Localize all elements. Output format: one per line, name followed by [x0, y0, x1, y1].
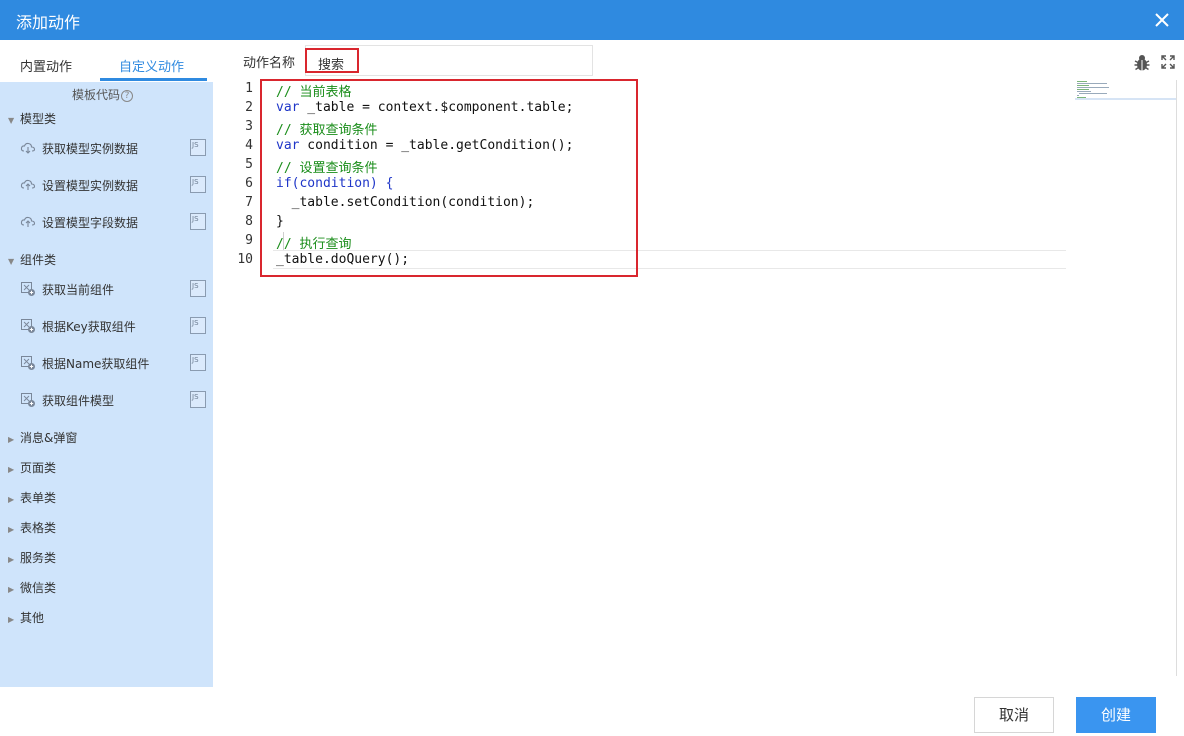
tree-item-get-model-instance[interactable]: 获取模型实例数据 JS: [20, 137, 210, 159]
dialog-titlebar: 添加动作: [0, 0, 1184, 40]
dialog-title: 添加动作: [16, 13, 81, 32]
category-other[interactable]: ▶ 其他: [8, 609, 44, 626]
tree-item-get-component-model[interactable]: 获取组件模型 JS: [20, 389, 210, 411]
line-number: 1: [245, 81, 253, 96]
tree-item-label: 设置模型字段数据: [42, 216, 139, 230]
line-number: 4: [245, 138, 253, 153]
component-add-icon: [21, 393, 35, 407]
caret-right-icon: ▶: [8, 615, 15, 624]
tree-item-label: 获取组件模型: [42, 394, 115, 408]
caret-right-icon: ▶: [8, 585, 15, 594]
caret-down-icon: ▼: [8, 257, 15, 266]
js-file-icon[interactable]: JS: [190, 176, 206, 193]
caret-right-icon: ▶: [8, 495, 15, 504]
tree-item-get-component-by-key[interactable]: 根据Key获取组件 JS: [20, 315, 210, 337]
active-tab-indicator: [100, 78, 207, 81]
line-number: 9: [245, 233, 253, 248]
action-name-value: 搜索: [318, 58, 345, 73]
template-tree: 模板代码? ▼ 模型类 获取模型实例数据 JS 设置模型实例数据 JS 设置模型字…: [0, 82, 213, 687]
tree-item-label: 根据Key获取组件: [42, 320, 136, 334]
category-service[interactable]: ▶ 服务类: [8, 549, 56, 566]
line-number: 3: [245, 119, 253, 134]
cloud-upload-icon: [20, 179, 36, 190]
tree-item-label: 根据Name获取组件: [42, 357, 150, 371]
create-button[interactable]: 创建: [1076, 697, 1156, 733]
component-add-icon: [21, 282, 35, 296]
action-name-label: 动作名称: [243, 56, 296, 71]
caret-right-icon: ▶: [8, 435, 15, 444]
js-file-icon[interactable]: JS: [190, 213, 206, 230]
category-page[interactable]: ▶ 页面类: [8, 459, 56, 476]
line-number: 2: [245, 100, 253, 115]
line-number: 8: [245, 214, 253, 229]
cloud-upload-icon: [20, 216, 36, 227]
tab-bar: 内置动作 自定义动作: [0, 40, 213, 82]
js-file-icon[interactable]: JS: [190, 354, 206, 371]
editor-scrollbar[interactable]: [1176, 80, 1177, 676]
tree-item-label: 设置模型实例数据: [42, 179, 139, 193]
tree-item-get-current-component[interactable]: 获取当前组件 JS: [20, 278, 210, 300]
caret-down-icon: ▼: [8, 116, 15, 125]
category-form[interactable]: ▶ 表单类: [8, 489, 56, 506]
action-editor-panel: 动作名称 搜索 1 2 3 4 5 6 7 8 9 10 // 当前表格 var…: [213, 40, 1184, 676]
cancel-button[interactable]: 取消: [974, 697, 1054, 733]
line-number: 7: [245, 195, 253, 210]
component-add-icon: [21, 356, 35, 370]
category-wechat[interactable]: ▶ 微信类: [8, 579, 56, 596]
fullscreen-icon[interactable]: [1160, 54, 1176, 70]
dialog-footer: 取消 创建: [0, 687, 1184, 736]
template-code-header: 模板代码?: [72, 86, 134, 103]
js-file-icon[interactable]: JS: [190, 139, 206, 156]
category-model[interactable]: ▼ 模型类: [8, 110, 56, 127]
tab-custom-actions[interactable]: 自定义动作: [119, 56, 184, 75]
tree-item-get-component-by-name[interactable]: 根据Name获取组件 JS: [20, 352, 210, 374]
js-file-icon[interactable]: JS: [190, 317, 206, 334]
line-number: 10: [237, 252, 253, 267]
js-file-icon[interactable]: JS: [190, 391, 206, 408]
close-icon[interactable]: [1150, 8, 1174, 32]
caret-right-icon: ▶: [8, 525, 15, 534]
tree-item-label: 获取当前组件: [42, 283, 115, 297]
code-minimap[interactable]: [1075, 80, 1177, 100]
code-highlight-box: [260, 79, 638, 277]
category-message-dialog[interactable]: ▶ 消息&弹窗: [8, 429, 77, 446]
template-code-label: 模板代码: [72, 88, 121, 102]
caret-right-icon: ▶: [8, 465, 15, 474]
sidebar: 内置动作 自定义动作 模板代码? ▼ 模型类 获取模型实例数据 JS 设置模型实例…: [0, 40, 213, 687]
help-icon[interactable]: ?: [121, 90, 134, 102]
category-table[interactable]: ▶ 表格类: [8, 519, 56, 536]
caret-right-icon: ▶: [8, 555, 15, 564]
component-add-icon: [21, 319, 35, 333]
js-file-icon[interactable]: JS: [190, 280, 206, 297]
line-number: 6: [245, 176, 253, 191]
tree-item-label: 获取模型实例数据: [42, 142, 139, 156]
tab-builtin-actions[interactable]: 内置动作: [20, 56, 72, 75]
cloud-download-icon: [20, 142, 36, 154]
category-component[interactable]: ▼ 组件类: [8, 251, 56, 268]
tree-item-set-model-field[interactable]: 设置模型字段数据 JS: [20, 211, 210, 233]
tree-item-set-model-instance[interactable]: 设置模型实例数据 JS: [20, 174, 210, 196]
line-number: 5: [245, 157, 253, 172]
debug-bug-icon[interactable]: [1132, 53, 1152, 73]
